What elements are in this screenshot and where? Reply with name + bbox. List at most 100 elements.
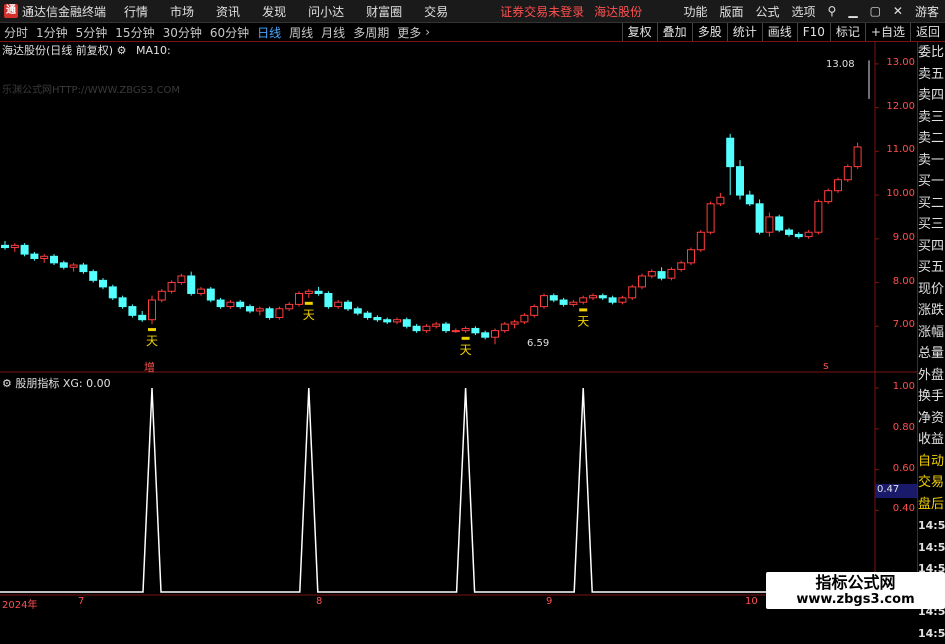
candle-body-69: [678, 263, 685, 270]
candle-body-32: [315, 291, 322, 293]
signal-label-2: 天: [460, 343, 472, 357]
candle-body-22: [217, 300, 224, 307]
candle-body-43: [423, 326, 430, 330]
candle-body-82: [805, 232, 812, 236]
candle-body-68: [668, 269, 675, 278]
candle-body-7: [70, 265, 77, 267]
candle-body-44: [433, 324, 440, 326]
x-label-9: 9: [546, 596, 552, 607]
candle-body-1: [11, 245, 18, 247]
candle-body-87: [854, 147, 861, 167]
candle-body-2: [21, 245, 28, 254]
candle-body-46: [452, 331, 459, 332]
candle-body-56: [550, 296, 557, 300]
side-item-15: 外盘: [918, 365, 945, 387]
candle-body-77: [756, 204, 763, 232]
settings-icon[interactable]: ⚙: [2, 377, 12, 390]
candle-body-39: [384, 320, 391, 322]
side-item-7: 买二: [918, 193, 945, 215]
xg-indicator-line: [0, 388, 875, 592]
candle-body-42: [413, 326, 420, 330]
side-item-8: 买三: [918, 214, 945, 236]
candle-body-14: [139, 315, 146, 319]
candle-body-80: [786, 230, 793, 234]
kline-chart[interactable]: 天天天天: [0, 0, 945, 609]
candle-body-27: [266, 309, 273, 318]
candle-body-36: [354, 309, 361, 313]
side-item-4: 卖二: [918, 128, 945, 150]
candle-body-28: [276, 309, 283, 318]
candle-body-17: [168, 283, 175, 292]
candle-body-85: [835, 180, 842, 191]
signal-marker-2: [462, 337, 470, 340]
indicator-tick-3: 1.00: [875, 381, 915, 392]
price-tick-4: 11.00: [875, 144, 915, 155]
indicator-tick-1: 0.60: [875, 463, 915, 474]
candle-body-72: [707, 204, 714, 232]
candle-body-78: [766, 217, 773, 232]
badge-title: 指标公式网: [766, 572, 945, 592]
price-tick-2: 9.00: [875, 232, 915, 243]
candle-body-15: [149, 300, 156, 320]
price-axis: 7.008.009.0010.0011.0012.0013.000.400.60…: [875, 42, 917, 609]
candle-body-67: [658, 272, 665, 279]
candle-body-0: [2, 245, 9, 247]
candle-body-10: [100, 280, 107, 287]
candle-body-84: [825, 191, 832, 202]
signal-label-3: 天: [577, 314, 589, 328]
candle-body-50: [492, 331, 499, 338]
price-tick-1: 8.00: [875, 276, 915, 287]
candle-body-9: [90, 272, 97, 281]
signal-label-0: 天: [146, 334, 158, 348]
candle-body-25: [247, 307, 254, 311]
candle-body-52: [511, 322, 518, 324]
site-badge: 指标公式网 www.zbgs3.com: [766, 572, 945, 609]
side-item-1: 卖五: [918, 64, 945, 86]
candle-body-12: [119, 298, 126, 307]
candle-body-47: [462, 328, 469, 330]
candle-body-40: [394, 320, 401, 322]
side-item-27: 14:56: [918, 623, 945, 644]
side-item-20[interactable]: 交易: [918, 472, 945, 494]
candle-body-51: [501, 324, 508, 331]
candle-body-81: [795, 234, 802, 236]
price-tick-3: 10.00: [875, 188, 915, 199]
s-label: s: [823, 359, 829, 372]
candle-body-4: [41, 256, 48, 258]
candle-body-76: [746, 195, 753, 204]
candle-body-33: [325, 293, 332, 306]
side-item-10: 买五: [918, 257, 945, 279]
side-item-5: 卖一: [918, 150, 945, 172]
candle-body-3: [31, 254, 38, 258]
candle-body-19: [188, 276, 195, 293]
side-item-21[interactable]: 盘后: [918, 494, 945, 516]
candle-body-73: [717, 197, 724, 204]
low-price-label: 6.59: [527, 338, 549, 349]
indicator-tick-2: 0.80: [875, 422, 915, 433]
signal-marker-1: [305, 302, 313, 305]
signal-label-1: 天: [303, 308, 315, 322]
candle-body-71: [697, 232, 704, 249]
candle-body-29: [286, 304, 293, 308]
price-tick-0: 7.00: [875, 319, 915, 330]
badge-url: www.zbgs3.com: [766, 592, 945, 607]
side-item-14: 总量: [918, 343, 945, 365]
candle-body-24: [237, 302, 244, 306]
signal-marker-3: [579, 308, 587, 311]
candle-body-54: [531, 307, 538, 316]
indicator-value-box: 0.47: [875, 484, 917, 498]
side-item-19[interactable]: 自动: [918, 451, 945, 473]
indicator-tick-0: 0.40: [875, 503, 915, 514]
candle-body-57: [560, 300, 567, 304]
high-price-label: 13.08: [826, 59, 855, 70]
candle-body-41: [403, 320, 410, 327]
candle-body-65: [639, 276, 646, 287]
candle-body-30: [296, 293, 303, 304]
side-item-13: 涨幅: [918, 322, 945, 344]
candle-body-48: [472, 328, 479, 332]
candle-body-23: [227, 302, 234, 306]
candle-body-34: [335, 302, 342, 306]
candle-body-60: [590, 296, 597, 298]
candle-body-55: [541, 296, 548, 307]
candle-body-63: [619, 298, 626, 302]
